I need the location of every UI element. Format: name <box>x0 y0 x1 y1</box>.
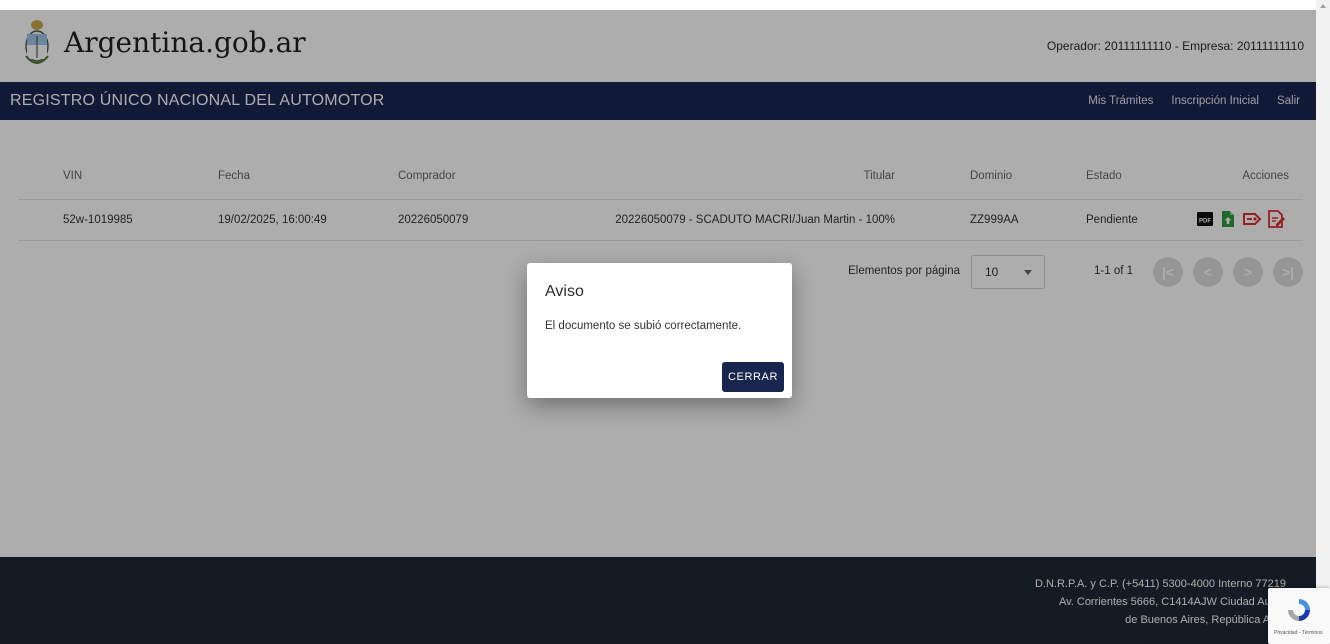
close-button[interactable]: CERRAR <box>722 362 784 392</box>
notice-dialog: Aviso El documento se subió correctament… <box>527 263 792 398</box>
dialog-title: Aviso <box>545 283 584 300</box>
page-scrollbar[interactable] <box>1316 0 1330 644</box>
dialog-message: El documento se subió correctamente. <box>545 320 742 332</box>
recaptcha-links[interactable]: Privacidad - Términos <box>1274 630 1323 636</box>
recaptcha-badge[interactable]: Privacidad - Términos <box>1268 588 1330 644</box>
scroll-up-icon[interactable] <box>1320 4 1326 8</box>
recaptcha-icon <box>1288 599 1310 621</box>
